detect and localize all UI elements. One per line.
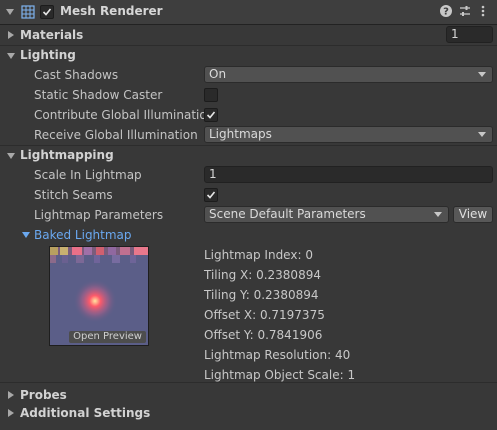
section-divider bbox=[0, 382, 497, 383]
kebab-menu-icon[interactable] bbox=[479, 4, 487, 18]
stitch-seams-checkbox[interactable] bbox=[204, 188, 218, 202]
receive-gi-label: Receive Global Illumination bbox=[34, 128, 198, 142]
contribute-gi-label: Contribute Global Illumination bbox=[34, 108, 215, 122]
cast-shadows-dropdown[interactable]: On bbox=[204, 66, 493, 83]
lightmap-resolution-text: Lightmap Resolution: 40 bbox=[204, 348, 351, 362]
checkmark-icon bbox=[206, 191, 216, 199]
probes-foldout-arrow-icon[interactable] bbox=[8, 391, 14, 399]
lightmap-index-text: Lightmap Index: 0 bbox=[204, 248, 313, 262]
lighting-foldout-arrow-icon[interactable] bbox=[7, 53, 15, 59]
materials-count-field[interactable]: 1 bbox=[446, 26, 493, 43]
svg-text:?: ? bbox=[443, 7, 449, 18]
baked-lightmap-label[interactable]: Baked Lightmap bbox=[34, 228, 132, 242]
checkmark-icon bbox=[42, 8, 52, 16]
presets-icon[interactable] bbox=[458, 4, 472, 18]
view-button[interactable]: View bbox=[453, 206, 493, 223]
receive-gi-value: Lightmaps bbox=[209, 127, 272, 141]
materials-label[interactable]: Materials bbox=[20, 28, 83, 42]
component-header[interactable]: Mesh Renderer ? bbox=[0, 0, 497, 25]
lightmap-object-scale-text: Lightmap Object Scale: 1 bbox=[204, 368, 356, 382]
chevron-down-icon bbox=[478, 132, 486, 137]
lightmap-parameters-label: Lightmap Parameters bbox=[34, 208, 164, 222]
mesh-renderer-icon bbox=[21, 5, 35, 19]
scale-in-lightmap-field[interactable]: 1 bbox=[204, 166, 493, 183]
tiling-y-text: Tiling Y: 0.2380894 bbox=[204, 288, 319, 302]
baked-lightmap-foldout-arrow-icon[interactable] bbox=[22, 232, 30, 238]
lightmapping-label[interactable]: Lightmapping bbox=[20, 148, 114, 162]
stitch-seams-label: Stitch Seams bbox=[34, 188, 113, 202]
lightmap-parameters-value: Scene Default Parameters bbox=[209, 207, 366, 221]
additional-settings-label[interactable]: Additional Settings bbox=[20, 406, 150, 420]
lighting-label[interactable]: Lighting bbox=[20, 48, 76, 62]
lightmap-parameters-dropdown[interactable]: Scene Default Parameters bbox=[204, 206, 449, 223]
component-title: Mesh Renderer bbox=[60, 4, 163, 18]
chevron-down-icon bbox=[434, 212, 442, 217]
additional-settings-foldout-arrow-icon[interactable] bbox=[8, 409, 14, 417]
help-icon[interactable]: ? bbox=[439, 4, 453, 18]
contribute-gi-checkbox[interactable] bbox=[204, 108, 218, 122]
offset-y-text: Offset Y: 0.7841906 bbox=[204, 328, 323, 342]
chevron-down-icon bbox=[478, 72, 486, 77]
component-enabled-checkbox[interactable] bbox=[40, 5, 54, 19]
offset-x-text: Offset X: 0.7197375 bbox=[204, 308, 325, 322]
cast-shadows-value: On bbox=[209, 67, 227, 81]
lightmapping-foldout-arrow-icon[interactable] bbox=[7, 153, 15, 159]
cast-shadows-label: Cast Shadows bbox=[34, 68, 119, 82]
section-divider bbox=[0, 145, 497, 146]
static-shadow-caster-checkbox[interactable] bbox=[204, 88, 218, 102]
static-shadow-caster-label: Static Shadow Caster bbox=[34, 88, 163, 102]
checkmark-icon bbox=[206, 111, 216, 119]
foldout-arrow-icon[interactable] bbox=[6, 9, 14, 15]
receive-gi-dropdown[interactable]: Lightmaps bbox=[204, 126, 493, 143]
tiling-x-text: Tiling X: 0.2380894 bbox=[204, 268, 321, 282]
scale-in-lightmap-label: Scale In Lightmap bbox=[34, 168, 142, 182]
probes-label[interactable]: Probes bbox=[20, 388, 67, 402]
materials-foldout-arrow-icon[interactable] bbox=[8, 31, 14, 39]
open-preview-button[interactable]: Open Preview bbox=[69, 331, 146, 343]
section-divider bbox=[0, 45, 497, 46]
lightmap-preview[interactable]: Open Preview bbox=[49, 246, 149, 346]
